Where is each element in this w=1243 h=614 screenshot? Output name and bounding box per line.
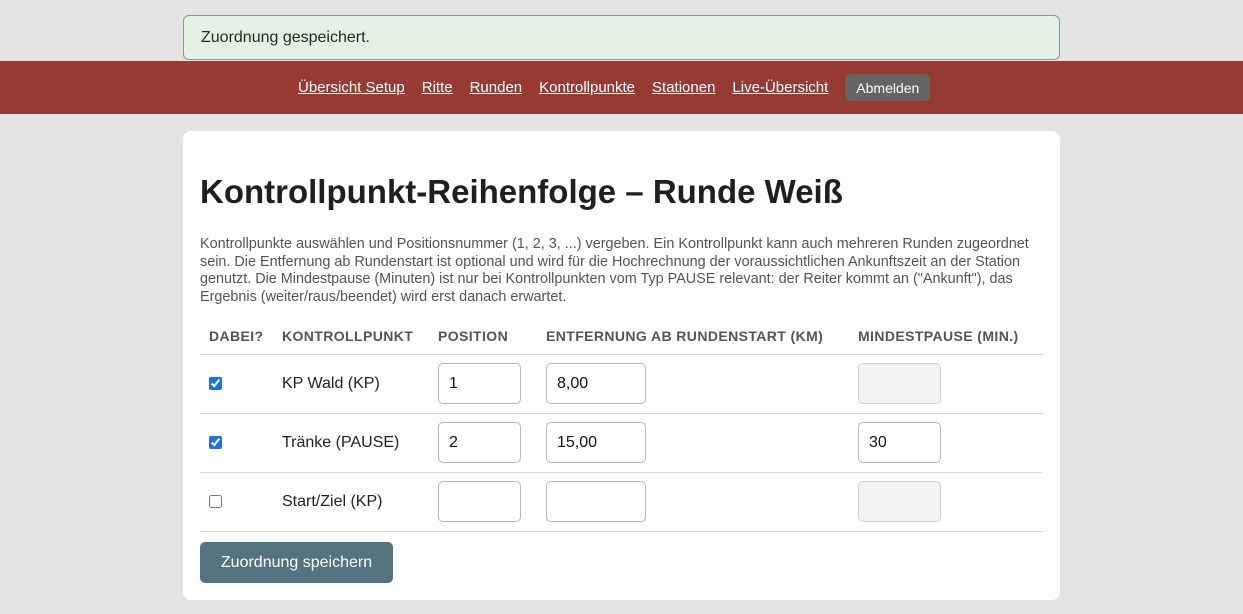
include-checkbox[interactable]: [209, 494, 222, 508]
cell-position: [438, 472, 546, 532]
position-input[interactable]: [438, 422, 521, 463]
checkpoint-name: KP Wald (KP): [282, 354, 438, 414]
cell-pause: [858, 413, 1043, 473]
header-entfernung: Entfernung ab Rundenstart (km): [546, 324, 858, 355]
table-row: KP Wald (KP): [200, 354, 1043, 414]
header-mindestpause: Mindestpause (min.): [858, 324, 1043, 355]
header-kontrollpunkt: Kontrollpunkt: [282, 324, 438, 355]
cell-pause: [858, 472, 1043, 532]
cell-position: [438, 413, 546, 473]
flash-message: Zuordnung gespeichert.: [183, 15, 1060, 60]
nav-links: Übersicht Setup Ritte Runden Kontrollpun…: [298, 61, 931, 114]
cell-distance: [546, 472, 858, 532]
assignment-table: Dabei? Kontrollpunkt Position Entfernung…: [200, 324, 1043, 532]
nav-link-uebersicht-setup[interactable]: Übersicht Setup: [298, 79, 405, 96]
checkpoint-name: Tränke (PAUSE): [282, 413, 438, 473]
cell-position: [438, 354, 546, 414]
intro-text: Kontrollpunkte auswählen und Positionsnu…: [200, 236, 1029, 305]
nav-link-live-uebersicht[interactable]: Live-Übersicht: [732, 79, 828, 96]
include-checkbox[interactable]: [209, 435, 222, 449]
cell-dabei: [200, 472, 282, 532]
header-position: Position: [438, 324, 546, 355]
min-pause-input[interactable]: [858, 363, 941, 404]
main-card: Kontrollpunkt-Reihenfolge – Runde Weiß K…: [183, 131, 1060, 600]
cell-dabei: [200, 413, 282, 473]
nav-link-stationen[interactable]: Stationen: [652, 79, 715, 96]
position-input[interactable]: [438, 481, 521, 522]
table-row: Tränke (PAUSE): [200, 413, 1043, 473]
navbar: Übersicht Setup Ritte Runden Kontrollpun…: [0, 61, 1243, 114]
nav-link-ritte[interactable]: Ritte: [422, 79, 453, 96]
distance-input[interactable]: [546, 422, 646, 463]
header-dabei: Dabei?: [200, 324, 282, 355]
min-pause-input[interactable]: [858, 481, 941, 522]
position-input[interactable]: [438, 363, 521, 404]
checkpoint-name: Start/Ziel (KP): [282, 472, 438, 532]
include-checkbox[interactable]: [209, 376, 222, 390]
table-row: Start/Ziel (KP): [200, 472, 1043, 532]
nav-link-runden[interactable]: Runden: [470, 79, 523, 96]
cell-distance: [546, 413, 858, 473]
cell-pause: [858, 354, 1043, 414]
table-header-row: Dabei? Kontrollpunkt Position Entfernung…: [200, 324, 1043, 355]
cell-dabei: [200, 354, 282, 414]
distance-input[interactable]: [546, 481, 646, 522]
cell-distance: [546, 354, 858, 414]
save-assignment-button[interactable]: Zuordnung speichern: [200, 542, 393, 583]
distance-input[interactable]: [546, 363, 646, 404]
logout-button[interactable]: Abmelden: [845, 74, 931, 101]
page-title: Kontrollpunkt-Reihenfolge – Runde Weiß: [200, 173, 843, 210]
min-pause-input[interactable]: [858, 422, 941, 463]
nav-link-kontrollpunkte[interactable]: Kontrollpunkte: [539, 79, 635, 96]
